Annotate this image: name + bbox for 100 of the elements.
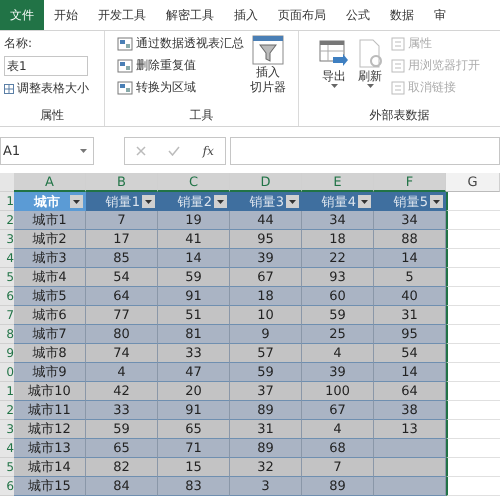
filter-dropdown-button[interactable] (70, 195, 83, 208)
table-cell: 74 (86, 344, 158, 363)
table-cell: 89 (230, 439, 302, 458)
table-cell: 44 (230, 211, 302, 230)
document-icon (391, 80, 405, 94)
ribbon-tab[interactable]: 公式 (336, 0, 380, 30)
table-cell: 18 (230, 287, 302, 306)
resize-table-button[interactable]: 调整表格大小 (4, 80, 89, 97)
row-number[interactable]: 8 (0, 325, 14, 344)
row-number[interactable]: 2 (0, 401, 14, 420)
table-cell: 城市14 (14, 458, 86, 477)
row-number[interactable]: 6 (0, 287, 14, 306)
filter-dropdown-button[interactable] (430, 195, 443, 208)
name-box[interactable]: A1 (0, 137, 94, 165)
table-cell: 64 (86, 287, 158, 306)
ribbon-command[interactable]: 转换为区域 (117, 79, 244, 96)
table-cell: 31 (230, 420, 302, 439)
row-number[interactable]: 1 (0, 382, 14, 401)
table-cell: 40 (374, 287, 446, 306)
document-icon (391, 36, 405, 50)
column-header[interactable]: G (446, 173, 500, 192)
row-number[interactable]: 5 (0, 268, 14, 287)
row-number[interactable]: 9 (0, 344, 14, 363)
row-number[interactable]: 4 (0, 439, 14, 458)
row-number[interactable]: 5 (0, 458, 14, 477)
row-number[interactable]: 0 (0, 363, 14, 382)
filter-dropdown-button[interactable] (214, 195, 227, 208)
caret-icon (433, 200, 440, 204)
table-cell (374, 458, 446, 477)
table-cell: 14 (374, 249, 446, 268)
table-cell: 39 (302, 363, 374, 382)
table-cell: 59 (230, 363, 302, 382)
filter-dropdown-button[interactable] (286, 195, 299, 208)
document-icon (391, 58, 405, 72)
table-cell: 82 (86, 458, 158, 477)
row-number[interactable]: 3 (0, 420, 14, 439)
table-cell: 34 (302, 211, 374, 230)
table-cell: 城市4 (14, 268, 86, 287)
column-header[interactable]: D (230, 173, 302, 192)
table-cell: 54 (374, 344, 446, 363)
filter-dropdown-button[interactable] (142, 195, 155, 208)
table-cell: 城市5 (14, 287, 86, 306)
ribbon-tab[interactable]: 文件 (0, 0, 44, 30)
table-cell: 80 (86, 325, 158, 344)
table-cell: 71 (158, 439, 230, 458)
ribbon-tab[interactable]: 开发工具 (88, 0, 156, 30)
table-cell: 83 (158, 477, 230, 496)
table-cell: 51 (158, 306, 230, 325)
table-cell: 18 (302, 230, 374, 249)
group-label: 属性 (40, 107, 64, 124)
caret-icon (217, 200, 224, 204)
table-cell: 7 (86, 211, 158, 230)
ribbon-tab[interactable]: 插入 (224, 0, 268, 30)
ribbon-command[interactable]: 通过数据透视表汇总 (117, 35, 244, 52)
row-number[interactable]: 7 (0, 306, 14, 325)
table-cell: 57 (230, 344, 302, 363)
ribbon-tab[interactable]: 页面布局 (268, 0, 336, 30)
table-name-field[interactable]: 表1 (4, 56, 88, 76)
ribbon-dropdown-button[interactable]: 导出 (319, 35, 349, 107)
table-cell: 68 (302, 439, 374, 458)
table-cell: 100 (302, 382, 374, 401)
table-cell: 城市8 (14, 344, 86, 363)
row-number[interactable]: 4 (0, 249, 14, 268)
table-cell: 37 (230, 382, 302, 401)
column-header[interactable]: F (374, 173, 446, 192)
insert-function-button[interactable]: fx (202, 144, 214, 158)
column-header[interactable]: B (86, 173, 158, 192)
table-cell: 81 (158, 325, 230, 344)
table-cell: 64 (374, 382, 446, 401)
ribbon-tab[interactable]: 解密工具 (156, 0, 224, 30)
table-cell: 89 (230, 401, 302, 420)
ribbon-tab[interactable]: 审 (424, 0, 456, 30)
caret-icon (145, 200, 152, 204)
row-number[interactable]: 3 (0, 230, 14, 249)
ribbon-command[interactable]: 删除重复值 (117, 57, 244, 74)
table-cell: 91 (158, 401, 230, 420)
row-number[interactable]: 1 (0, 192, 14, 211)
filter-dropdown-button[interactable] (358, 195, 371, 208)
column-header[interactable]: A (14, 173, 86, 192)
row-number[interactable]: 6 (0, 477, 14, 496)
formula-input[interactable] (230, 137, 500, 165)
table-header-cell: 城市 (14, 192, 86, 211)
table-cell: 城市6 (14, 306, 86, 325)
caret-icon (73, 200, 80, 204)
column-header[interactable]: C (158, 173, 230, 192)
insert-slicer-button[interactable]: 插入 切片器 (250, 35, 286, 107)
table-cell: 60 (302, 287, 374, 306)
table-cell: 城市12 (14, 420, 86, 439)
table-cell: 3 (230, 477, 302, 496)
column-header[interactable]: E (302, 173, 374, 192)
table-cell: 城市1 (14, 211, 86, 230)
checkmark-icon[interactable] (168, 146, 180, 156)
table-cell: 84 (86, 477, 158, 496)
row-number[interactable]: 2 (0, 211, 14, 230)
table-header-cell: 销量4 (302, 192, 374, 211)
ribbon-dropdown-button[interactable]: 刷新 (355, 35, 385, 107)
table-cell: 城市11 (14, 401, 86, 420)
ribbon-tab[interactable]: 开始 (44, 0, 88, 30)
ribbon-tab[interactable]: 数据 (380, 0, 424, 30)
table-cell (374, 439, 446, 458)
